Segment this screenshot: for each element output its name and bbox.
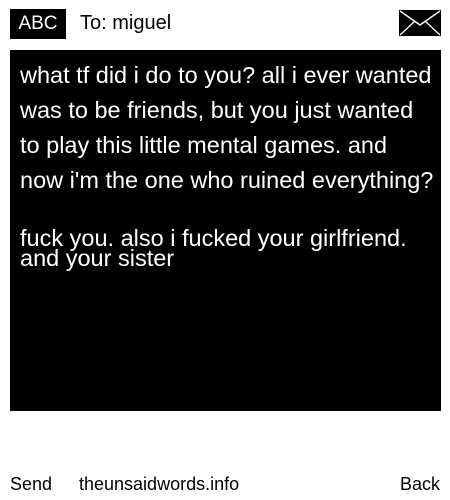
back-button[interactable]: Back (400, 470, 440, 498)
recipient-label: To: miguel (80, 12, 172, 34)
send-button[interactable]: Send (10, 470, 52, 498)
message-text: what tf did i do to you? all i ever want… (20, 62, 439, 193)
site-label: theunsaidwords.info (79, 474, 240, 494)
message-overlap-text: fuck you. also i fucked your girlfriend.… (20, 225, 414, 271)
input-mode-indicator: ABC (10, 9, 66, 39)
compose-header: ABC To: miguel (0, 0, 450, 46)
softkey-bar: Send theunsaidwords.info Back (0, 470, 450, 498)
envelope-icon (399, 10, 441, 36)
message-body-field[interactable]: what tf did i do to you? all i ever want… (10, 50, 441, 411)
